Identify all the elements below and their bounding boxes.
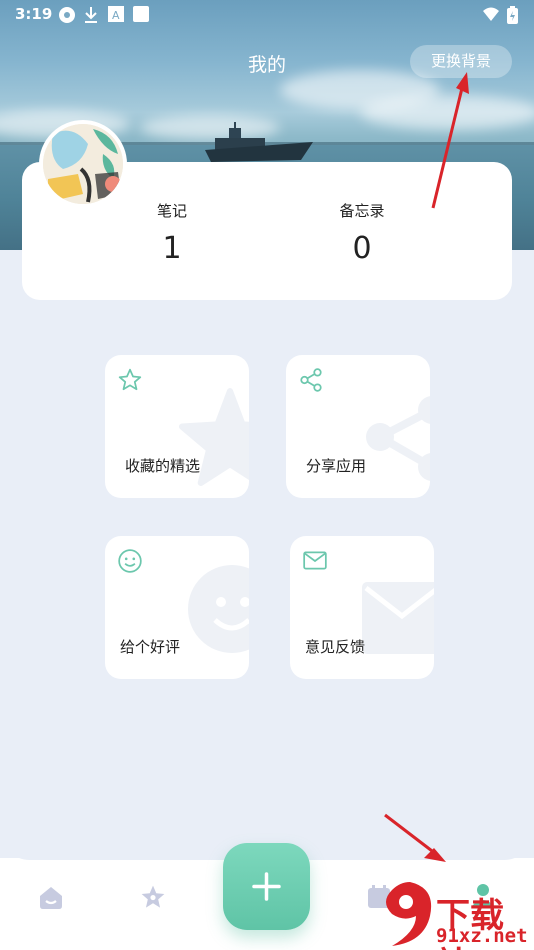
vpn-icon: [59, 7, 75, 23]
star-icon: [118, 368, 142, 391]
share-app-tile[interactable]: 分享应用: [286, 355, 430, 498]
notes-stat-value: 1: [162, 231, 182, 266]
annotation-arrow-down: [384, 813, 446, 862]
smiley-icon: [118, 549, 142, 573]
feedback-tile[interactable]: 意见反馈: [290, 536, 434, 679]
add-button[interactable]: [223, 843, 310, 930]
site-logo-icon: [386, 882, 432, 946]
avatar[interactable]: [39, 120, 127, 208]
rate-app-tile[interactable]: 给个好评: [105, 536, 249, 679]
favorites-tile[interactable]: 收藏的精选: [105, 355, 249, 498]
status-bar: 3:19 A: [0, 0, 534, 28]
home-icon[interactable]: [38, 884, 64, 910]
rate-app-tile-label: 给个好评: [120, 638, 181, 656]
favorites-tile-label: 收藏的精选: [125, 457, 201, 475]
app-a-icon: A: [108, 6, 124, 22]
memos-stat-label: 备忘录: [339, 202, 385, 220]
share-watermark-icon: [366, 396, 430, 481]
battery-icon: [507, 6, 518, 24]
app-square-icon: [133, 6, 149, 22]
wifi-icon: [483, 7, 499, 21]
svg-text:A: A: [112, 9, 120, 22]
annotation-arrow-up: [431, 72, 469, 209]
notes-stat-label: 笔记: [156, 202, 187, 220]
status-time: 3:19: [15, 5, 53, 23]
memos-stat-value: 0: [352, 231, 372, 266]
share-app-tile-label: 分享应用: [306, 457, 367, 475]
smiley-watermark-icon: [188, 565, 249, 653]
notes-stat[interactable]: 笔记 1: [102, 200, 242, 266]
feedback-tile-label: 意见反馈: [305, 638, 366, 656]
mail-icon: [303, 551, 327, 570]
share-icon: [300, 368, 322, 392]
plus-icon: [252, 872, 281, 901]
memos-stat[interactable]: 备忘录 0: [292, 200, 432, 266]
download-icon: [85, 7, 97, 23]
star-icon[interactable]: [140, 884, 166, 910]
watermark-url: 91xz.net: [436, 925, 528, 947]
mail-watermark-icon: [362, 582, 434, 654]
